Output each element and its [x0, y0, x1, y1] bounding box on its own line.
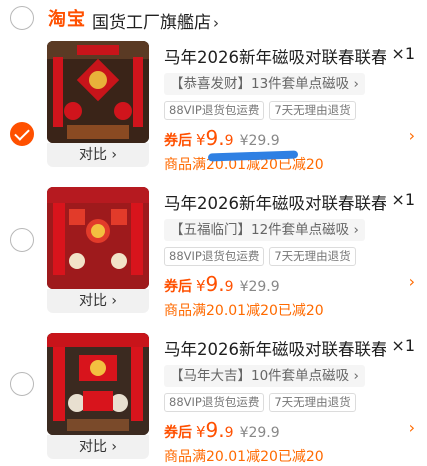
product-thumbnail[interactable]: [47, 333, 149, 435]
quantity[interactable]: ×1: [391, 190, 415, 209]
compare-button[interactable]: 对比 ›: [47, 143, 149, 167]
shop-header: 淘宝 国货工厂旗艦店 ›: [0, 0, 427, 36]
sku-selector[interactable]: 【恭喜发财】13件套单点磁吸 ›: [164, 73, 365, 95]
compare-button[interactable]: 对比 ›: [47, 435, 149, 459]
promo-text: 商品满20.01减20已减20: [164, 303, 324, 319]
cart-item: 对比 › 马年2026新年磁吸对联春联春 ×1 【五福临门】12件套单点磁吸 ›…: [0, 184, 427, 332]
quantity[interactable]: ×1: [391, 44, 415, 63]
item-select-radio[interactable]: [10, 228, 34, 252]
price-currency: ¥: [196, 131, 206, 149]
price-integer: 9.: [205, 272, 225, 296]
price-label: 券后: [164, 133, 192, 149]
price-currency: ¥: [196, 277, 206, 295]
tag-7day-return: 7天无理由退货: [269, 247, 356, 266]
shop-name: 国货工厂旗艦店: [92, 13, 211, 33]
price-decimal: 9: [224, 279, 234, 295]
price-decimal: 9: [224, 425, 234, 441]
product-thumbnail[interactable]: [47, 41, 149, 143]
chevron-right-icon[interactable]: ›: [409, 126, 415, 145]
sku-selector[interactable]: 【五福临门】12件套单点磁吸 ›: [164, 219, 365, 241]
promo-text: 商品满20.01减20已减20: [164, 449, 324, 465]
price-currency: ¥: [196, 423, 206, 441]
chevron-right-icon[interactable]: ›: [409, 272, 415, 291]
cart-item: 对比 › 马年2026新年磁吸对联春联春 ×1 【恭喜发财】13件套单点磁吸 ›…: [0, 38, 427, 186]
tag-7day-return: 7天无理由退货: [269, 393, 356, 412]
price-row: 券后 ¥ 9. 9 ¥29.9: [164, 272, 280, 296]
chevron-right-icon[interactable]: ›: [409, 418, 415, 437]
original-price: ¥29.9: [239, 279, 280, 295]
price-row: 券后 ¥ 9. 9 ¥29.9: [164, 126, 280, 150]
product-thumbnail[interactable]: [47, 187, 149, 289]
tag-return-shipping: 88VIP退货包运费: [164, 101, 265, 120]
cart-item: 对比 › 马年2026新年磁吸对联春联春 ×1 【马年大吉】10件套单点磁吸 ›…: [0, 330, 427, 466]
tag-7day-return: 7天无理由退货: [269, 101, 356, 120]
shop-name-link[interactable]: 国货工厂旗艦店 ›: [92, 8, 219, 33]
service-tags: 88VIP退货包运费 7天无理由退货: [164, 247, 356, 266]
item-select-radio[interactable]: [10, 122, 34, 146]
sku-selector[interactable]: 【马年大吉】10件套单点磁吸 ›: [164, 365, 365, 387]
compare-button[interactable]: 对比 ›: [47, 289, 149, 313]
product-title[interactable]: 马年2026新年磁吸对联春联春: [164, 336, 386, 360]
chevron-right-icon: ›: [213, 14, 219, 32]
price-decimal: 9: [224, 133, 234, 149]
price-label: 券后: [164, 279, 192, 295]
price-label: 券后: [164, 425, 192, 441]
quantity[interactable]: ×1: [391, 336, 415, 355]
price-row: 券后 ¥ 9. 9 ¥29.9: [164, 418, 280, 442]
service-tags: 88VIP退货包运费 7天无理由退货: [164, 393, 356, 412]
original-price: ¥29.9: [239, 425, 280, 441]
service-tags: 88VIP退货包运费 7天无理由退货: [164, 101, 356, 120]
taobao-logo: 淘宝: [48, 9, 86, 30]
price-integer: 9.: [205, 418, 225, 442]
tag-return-shipping: 88VIP退货包运费: [164, 393, 265, 412]
item-select-radio[interactable]: [10, 372, 34, 396]
original-price: ¥29.9: [239, 133, 280, 149]
product-title[interactable]: 马年2026新年磁吸对联春联春: [164, 190, 386, 214]
shop-select-radio[interactable]: [10, 6, 34, 30]
product-title[interactable]: 马年2026新年磁吸对联春联春: [164, 44, 386, 68]
tag-return-shipping: 88VIP退货包运费: [164, 247, 265, 266]
price-integer: 9.: [205, 126, 225, 150]
